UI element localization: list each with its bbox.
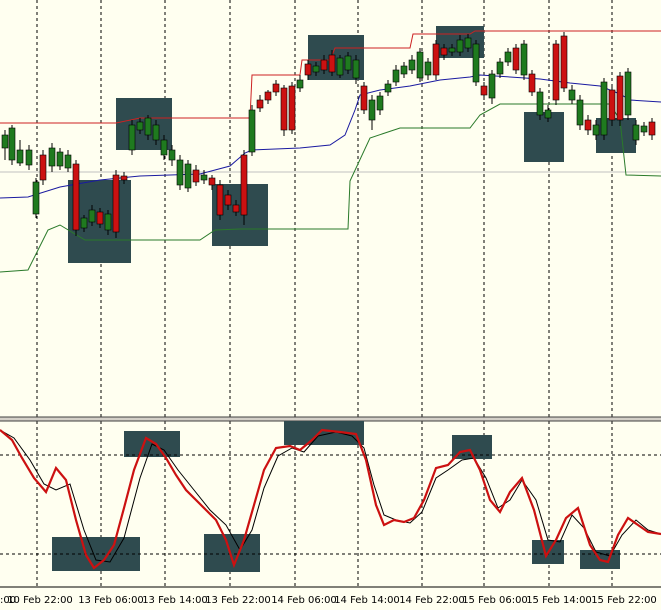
candle-body: [136, 121, 144, 131]
candle-body: [288, 85, 296, 131]
candle-body: [400, 65, 408, 75]
candle-body: [640, 125, 648, 133]
candle-body: [72, 163, 80, 231]
time-axis-label: 15 Feb 06:00: [462, 595, 528, 606]
candle-body: [336, 57, 344, 76]
candle-body: [16, 149, 24, 164]
candle-body: [552, 43, 560, 101]
candle-body: [120, 175, 128, 181]
candle-body: [528, 73, 536, 93]
candle-body: [184, 163, 192, 189]
oscillator-highlight-zone: [204, 534, 260, 572]
candle-body: [352, 59, 360, 79]
candle-body: [160, 139, 168, 156]
candle-body: [440, 47, 448, 56]
candle-body: [456, 39, 464, 53]
candle-body: [168, 149, 176, 161]
candle-body: [568, 89, 576, 101]
candle-body: [472, 43, 480, 83]
candle-body: [488, 73, 496, 99]
candle-body: [480, 85, 488, 96]
time-axis-label: 13 Feb 14:00: [142, 595, 208, 606]
candle-body: [632, 124, 640, 141]
panel-separator[interactable]: [0, 417, 661, 421]
time-axis-label: 13 Feb 22:00: [205, 595, 271, 606]
candle-body: [584, 119, 592, 131]
candle-body: [544, 109, 552, 119]
candle-body: [32, 181, 40, 215]
candle-body: [25, 149, 33, 166]
time-axis: :00 10 Feb 22:00 13 Feb 06:0013 Feb 14:00…: [0, 595, 657, 606]
candle-body: [112, 174, 120, 233]
candle-body: [576, 99, 584, 126]
candle-body: [8, 127, 16, 161]
time-axis-label: 14 Feb 14:00: [334, 595, 400, 606]
candle-body: [208, 177, 216, 186]
candle-body: [56, 151, 64, 167]
candle-body: [408, 59, 416, 71]
candle-body: [39, 154, 47, 181]
candle-body: [216, 184, 224, 216]
candle-body: [496, 61, 504, 75]
candle-body: [392, 69, 400, 83]
candle-body: [424, 61, 432, 76]
candle-body: [368, 99, 376, 121]
candle-body: [512, 47, 520, 71]
candle-body: [240, 154, 248, 216]
candle-body: [624, 71, 632, 116]
candle-body: [560, 35, 568, 89]
candle-body: [280, 87, 288, 131]
candle-body: [1, 134, 9, 149]
candle-body: [200, 174, 208, 181]
candle-body: [536, 91, 544, 116]
candle-body: [224, 194, 232, 206]
candle-body: [176, 159, 184, 186]
candle-body: [600, 81, 608, 136]
candle-body: [80, 217, 88, 229]
candle-body: [104, 213, 112, 231]
candle-body: [608, 89, 616, 121]
candle-body: [504, 51, 512, 63]
candle-body: [144, 117, 152, 136]
time-axis-label: 14 Feb 06:00: [271, 595, 337, 606]
candle-body: [256, 99, 264, 109]
time-axis-label: 15 Feb 14:00: [526, 595, 592, 606]
candle-body: [416, 51, 424, 79]
candle-body: [592, 124, 600, 136]
candle-body: [344, 55, 352, 71]
candle-body: [384, 83, 392, 93]
chart-background: [0, 0, 661, 610]
time-axis-label: 10 Feb 22:00: [7, 595, 73, 606]
candle-body: [96, 211, 104, 225]
candle-body: [152, 124, 160, 141]
candle-body: [64, 154, 72, 169]
candle-body: [432, 43, 440, 76]
candle-body: [128, 124, 136, 151]
time-axis-label: 13 Feb 06:00: [78, 595, 144, 606]
candle-body: [520, 43, 528, 76]
candle-body: [648, 121, 656, 136]
candle-body: [360, 85, 368, 111]
candle-body: [248, 109, 256, 153]
candle-body: [464, 37, 472, 49]
candle-body: [376, 95, 384, 111]
candle-body: [264, 91, 272, 101]
time-axis-label: 15 Feb 22:00: [591, 595, 657, 606]
price-highlight-zone: [524, 112, 564, 162]
candle-body: [296, 79, 304, 89]
candle-body: [48, 147, 56, 167]
candle-body: [328, 54, 336, 73]
candle-body: [272, 83, 280, 93]
candle-body: [448, 47, 456, 53]
candle-body: [192, 169, 200, 183]
candle-body: [320, 59, 328, 71]
candle-body: [616, 75, 624, 121]
chart-canvas: :00 10 Feb 22:00 13 Feb 06:0013 Feb 14:00…: [0, 0, 661, 610]
candle-body: [88, 209, 96, 223]
candle-body: [304, 63, 312, 76]
time-axis-label: 14 Feb 22:00: [399, 595, 465, 606]
candle-body: [312, 65, 320, 73]
candle-body: [232, 204, 240, 213]
